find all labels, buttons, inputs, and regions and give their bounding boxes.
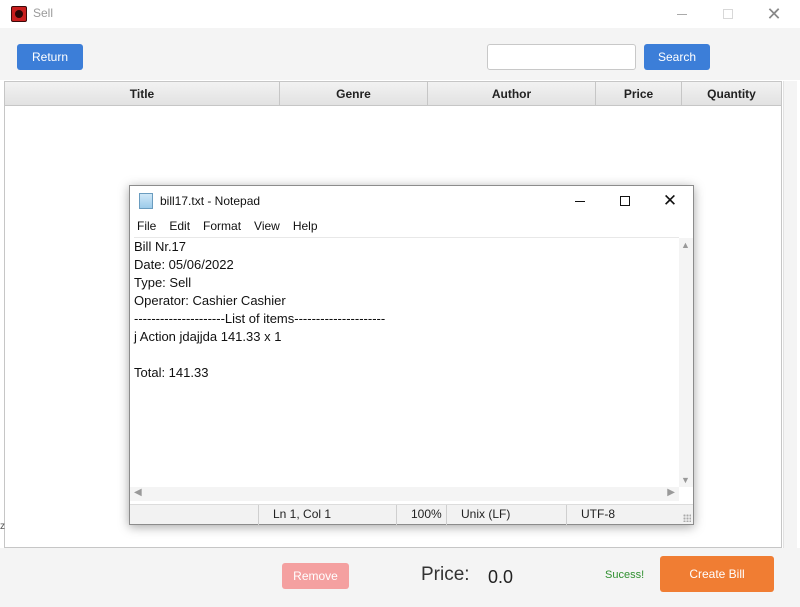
notepad-icon — [139, 193, 153, 209]
notepad-title: bill17.txt - Notepad — [160, 194, 261, 208]
notepad-vertical-scrollbar[interactable]: ▲ ▼ — [679, 238, 693, 487]
menu-edit[interactable]: Edit — [169, 217, 190, 237]
title-bar: Sell ✕ — [0, 0, 800, 28]
app-icon — [11, 6, 27, 22]
minimize-icon — [575, 200, 585, 202]
text-line: Date: 05/06/2022 — [134, 257, 234, 272]
close-icon: ✕ — [766, 3, 782, 24]
notepad-text-area[interactable]: Bill Nr.17 Date: 05/06/2022 Type: Sell O… — [134, 237, 679, 487]
notepad-minimize-button[interactable] — [557, 186, 603, 216]
menu-format[interactable]: Format — [203, 217, 241, 237]
notepad-menu-bar: File Edit Format View Help — [130, 217, 693, 237]
table-header: Title Genre Author Price Quantity — [5, 82, 781, 106]
notepad-title-bar[interactable]: bill17.txt - Notepad ✕ — [130, 186, 693, 216]
scroll-up-icon[interactable]: ▲ — [681, 240, 690, 250]
menu-help[interactable]: Help — [293, 217, 318, 237]
price-value: 0.0 — [488, 567, 514, 587]
encoding: UTF-8 — [566, 505, 676, 525]
search-input[interactable] — [487, 44, 636, 70]
scroll-left-icon[interactable]: ◀ — [134, 487, 142, 498]
scroll-down-icon[interactable]: ▼ — [681, 475, 690, 485]
line-ending: Unix (LF) — [446, 505, 566, 525]
column-header-genre[interactable]: Genre — [280, 82, 428, 106]
column-header-quantity[interactable]: Quantity — [682, 82, 781, 106]
notepad-close-button[interactable]: ✕ — [647, 186, 693, 216]
column-header-author[interactable]: Author — [428, 82, 596, 106]
scroll-right-icon[interactable]: ▶ — [667, 487, 675, 498]
maximize-icon — [723, 9, 733, 19]
menu-file[interactable]: File — [137, 217, 156, 237]
close-button[interactable]: ✕ — [751, 0, 797, 28]
price-label: Price: — [421, 564, 470, 585]
text-line — [134, 346, 679, 364]
notepad-window[interactable]: bill17.txt - Notepad ✕ File Edit Format … — [129, 185, 694, 525]
text-line: Operator: Cashier Cashier — [134, 293, 286, 308]
return-button[interactable]: Return — [17, 44, 83, 70]
bottom-bar: Remove Price: 0.0 Sucess! Create Bill — [0, 548, 800, 607]
text-line: Total: 141.33 — [134, 365, 209, 380]
text-line: j Action jdajjda 141.33 x 1 — [134, 329, 282, 344]
maximize-icon — [620, 196, 630, 206]
text-line: Bill Nr.17 — [134, 239, 187, 254]
notepad-maximize-button[interactable] — [602, 186, 648, 216]
minimize-button[interactable] — [659, 0, 705, 28]
toolbar: Return Search — [0, 28, 800, 80]
edge-mark: z — [0, 521, 5, 532]
column-header-price[interactable]: Price — [596, 82, 682, 106]
zoom-level: 100% — [396, 505, 446, 525]
vertical-scrollbar[interactable] — [783, 81, 797, 548]
menu-view[interactable]: View — [254, 217, 280, 237]
status-message: Sucess! — [605, 569, 645, 581]
notepad-status-bar: Ln 1, Col 1 100% Unix (LF) UTF-8 — [130, 504, 693, 525]
column-header-title[interactable]: Title — [5, 82, 280, 106]
minimize-icon — [677, 13, 687, 15]
cursor-position: Ln 1, Col 1 — [258, 505, 388, 525]
notepad-horizontal-scrollbar[interactable]: ◀ ▶ — [130, 487, 679, 501]
remove-button[interactable]: Remove — [282, 563, 349, 589]
search-button[interactable]: Search — [644, 44, 710, 70]
create-bill-button[interactable]: Create Bill — [660, 556, 774, 592]
maximize-button[interactable] — [705, 0, 751, 28]
window-title: Sell — [33, 6, 54, 20]
text-line: Type: Sell — [134, 275, 192, 290]
close-icon: ✕ — [662, 191, 678, 210]
text-line: ---------------------List of items------… — [134, 311, 386, 326]
resize-grip-icon[interactable] — [683, 514, 691, 522]
